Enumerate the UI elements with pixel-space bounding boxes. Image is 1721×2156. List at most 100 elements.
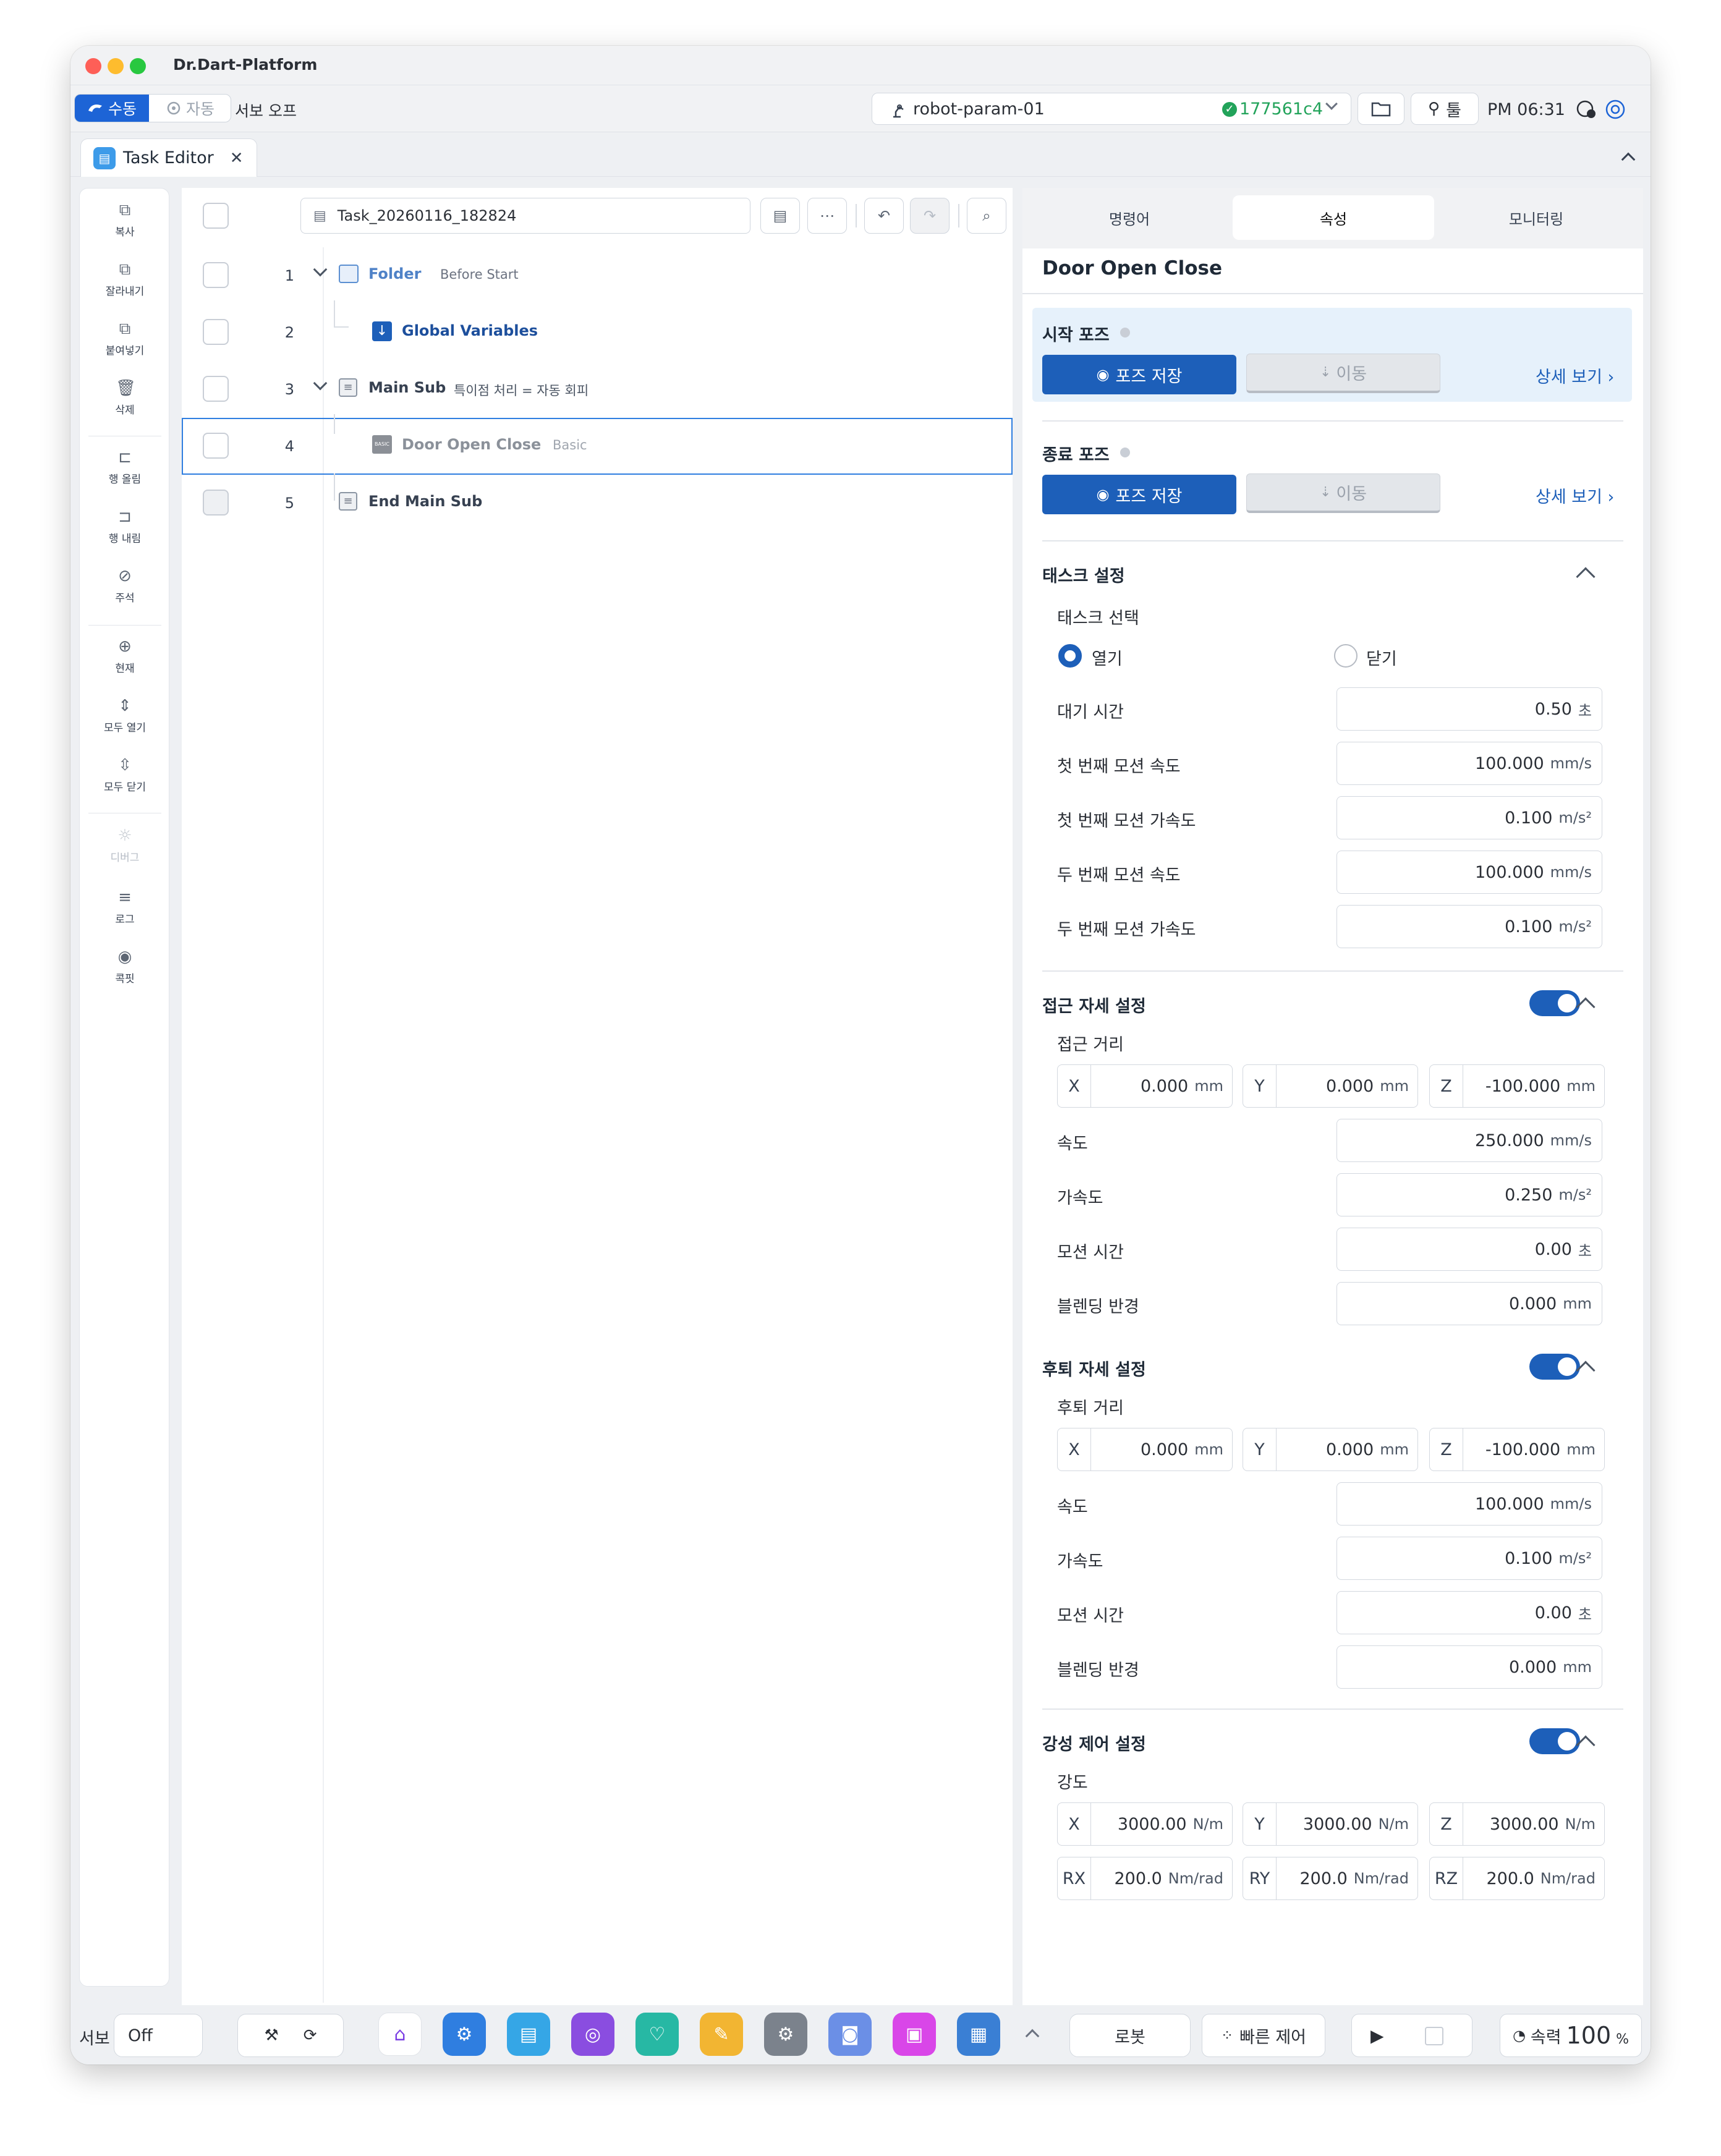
retreat-y-input[interactable]: Y 0.000 mm — [1243, 1428, 1418, 1471]
retreat-x-input[interactable]: X 0.000 mm — [1057, 1428, 1233, 1471]
sidebar-item-cut[interactable]: ⧉ 잘라내기 — [80, 260, 170, 298]
redo-button[interactable]: ↷ — [910, 198, 950, 234]
retreat-speed-input[interactable]: 100.000 mm/s — [1336, 1482, 1602, 1526]
task-row[interactable]: 2 ↓ Global Variables — [182, 300, 1013, 361]
minimize-window-button[interactable] — [108, 58, 124, 74]
monitor-app-icon[interactable]: ♡ — [635, 2013, 679, 2056]
sidebar-item-expand-all[interactable]: ⇕ 모두 열기 — [80, 697, 170, 734]
stiffness-rx-input[interactable]: RX 200.0 Nm/rad — [1057, 1857, 1233, 1900]
stiffness-y-input[interactable]: Y 3000.00 N/m — [1243, 1802, 1418, 1846]
end-pose-detail-link[interactable]: 상세 보기 › — [1536, 483, 1614, 507]
approach-acc-input[interactable]: 0.250 m/s² — [1336, 1173, 1602, 1216]
wait-time-input[interactable]: 0.50 초 — [1336, 687, 1602, 731]
sidebar-item-delete[interactable]: 🗑 삭제 — [80, 379, 170, 417]
close-icon[interactable]: ✕ — [230, 149, 244, 168]
tab-properties[interactable]: 속성 — [1233, 195, 1434, 240]
wrench-icon[interactable]: ⚒ — [264, 2026, 278, 2045]
sidebar-item-row-up[interactable]: ⊏ 행 올림 — [80, 448, 170, 486]
approach-blend-input[interactable]: 0.000 mm — [1336, 1282, 1602, 1325]
tools-button[interactable]: ⚲ 툴 — [1411, 93, 1479, 125]
end-pose-move-button[interactable]: ⇣ 이동 — [1246, 473, 1440, 513]
task-row[interactable]: 3 ≡ Main Sub 특이점 처리 = 자동 회피 — [182, 361, 1013, 418]
mode-manual-button[interactable]: 수동 — [75, 95, 149, 122]
approach-y-input[interactable]: Y 0.000 mm — [1243, 1064, 1418, 1108]
task-filename-field[interactable]: ▤ Task_20260116_182824 — [300, 198, 750, 234]
settings-app-icon[interactable]: ⚙ — [764, 2013, 807, 2056]
task-editor-app-icon[interactable]: ▤ — [507, 2013, 550, 2056]
sidebar-item-copy[interactable]: ⧉ 복사 — [80, 201, 170, 239]
quick-control-button[interactable]: ⁘ 빠른 제어 — [1202, 2014, 1325, 2057]
task-row-selected[interactable]: 4 BASIC Door Open Close Basic — [182, 414, 1013, 475]
zoom-window-button[interactable] — [130, 58, 146, 74]
sidebar-item-comment[interactable]: ⊘ 주석 — [80, 567, 170, 605]
save-task-button[interactable]: ▤ — [760, 198, 800, 234]
stiffness-z-input[interactable]: Z 3000.00 N/m — [1429, 1802, 1605, 1846]
stiffness-toggle[interactable] — [1529, 1728, 1580, 1754]
network-icon[interactable] — [1575, 99, 1597, 120]
task-row[interactable]: 1 Folder Before Start — [182, 247, 1013, 304]
sidebar-item-paste[interactable]: ⧉ 붙여넣기 — [80, 320, 170, 357]
stiffness-rz-input[interactable]: RZ 200.0 Nm/rad — [1429, 1857, 1605, 1900]
row-checkbox[interactable] — [203, 490, 229, 516]
expand-chevron-icon[interactable] — [313, 376, 328, 391]
motion2-acc-input[interactable]: 0.100 m/s² — [1336, 905, 1602, 948]
speed-control[interactable]: ◔ 속력 100 % — [1500, 2014, 1642, 2057]
undo-button[interactable]: ↶ — [864, 198, 904, 234]
retreat-toggle[interactable] — [1529, 1354, 1580, 1380]
motion1-acc-input[interactable]: 0.100 m/s² — [1336, 796, 1602, 839]
remote-app-icon[interactable]: ◙ — [828, 2013, 872, 2056]
stiffness-ry-input[interactable]: RY 200.0 Nm/rad — [1243, 1857, 1418, 1900]
more-options-button[interactable]: ⋯ — [807, 198, 847, 234]
approach-speed-input[interactable]: 250.000 mm/s — [1336, 1119, 1602, 1162]
stop-icon[interactable] — [1425, 2027, 1443, 2045]
expand-chevron-icon[interactable] — [313, 262, 328, 277]
dock-expand-icon[interactable] — [1025, 2029, 1040, 2044]
approach-x-input[interactable]: X 0.000 mm — [1057, 1064, 1233, 1108]
approach-time-input[interactable]: 0.00 초 — [1336, 1228, 1602, 1271]
approach-toggle[interactable] — [1529, 990, 1580, 1016]
search-button[interactable]: ⌕ — [967, 198, 1006, 234]
store-app-icon[interactable]: ▣ — [893, 2013, 936, 2056]
window-app-icon[interactable]: ▦ — [957, 2013, 1000, 2056]
end-pose-save-button[interactable]: ◉ 포즈 저장 — [1042, 475, 1236, 514]
task-row[interactable]: 5 ≡ End Main Sub — [182, 473, 1013, 532]
tab-commands[interactable]: 명령어 — [1029, 195, 1230, 240]
notes-app-icon[interactable]: ✎ — [700, 2013, 743, 2056]
robot-home-icon[interactable]: ⟳ — [304, 2026, 317, 2045]
sidebar-item-row-down[interactable]: ⊐ 행 내림 — [80, 507, 170, 545]
play-icon[interactable]: ▶ — [1370, 2026, 1384, 2046]
select-all-checkbox[interactable] — [203, 203, 229, 229]
sync-icon[interactable] — [1605, 99, 1626, 120]
open-folder-button[interactable] — [1358, 93, 1404, 125]
sidebar-item-log[interactable]: ≡ 로그 — [80, 888, 170, 926]
vision-app-icon[interactable]: ◎ — [571, 2013, 614, 2056]
tab-task-editor[interactable]: ▤ Task Editor ✕ — [80, 138, 257, 177]
start-pose-move-button[interactable]: ⇣ 이동 — [1246, 354, 1440, 393]
robot-button[interactable]: 로봇 — [1069, 2014, 1191, 2057]
mode-auto-button[interactable]: 자동 — [149, 95, 231, 122]
row-checkbox[interactable] — [203, 262, 229, 288]
retreat-time-input[interactable]: 0.00 초 — [1336, 1591, 1602, 1634]
sidebar-item-cockpit[interactable]: ◉ 콕핏 — [80, 948, 170, 985]
retreat-z-input[interactable]: Z -100.000 mm — [1429, 1428, 1605, 1471]
close-window-button[interactable] — [85, 58, 101, 74]
sidebar-item-current[interactable]: ⊕ 현재 — [80, 637, 170, 675]
start-pose-detail-link[interactable]: 상세 보기 › — [1536, 363, 1614, 388]
tab-monitoring[interactable]: 모니터링 — [1435, 195, 1637, 240]
radio-close[interactable] — [1334, 644, 1358, 668]
motion1-speed-input[interactable]: 100.000 mm/s — [1336, 742, 1602, 785]
robot-selector[interactable]: robot-param-01 ✓ 177561c4 — [872, 93, 1351, 125]
stiffness-x-input[interactable]: X 3000.00 N/m — [1057, 1802, 1233, 1846]
sidebar-item-collapse-all[interactable]: ⇳ 모두 닫기 — [80, 756, 170, 794]
servo-toggle[interactable]: Off — [114, 2014, 203, 2057]
retreat-acc-input[interactable]: 0.100 m/s² — [1336, 1537, 1602, 1580]
start-pose-save-button[interactable]: ◉ 포즈 저장 — [1042, 355, 1236, 394]
motion2-speed-input[interactable]: 100.000 mm/s — [1336, 851, 1602, 894]
approach-z-input[interactable]: Z -100.000 mm — [1429, 1064, 1605, 1108]
row-checkbox[interactable] — [203, 319, 229, 345]
row-checkbox[interactable] — [203, 376, 229, 402]
row-checkbox[interactable] — [203, 433, 229, 459]
sidebar-item-debug[interactable]: ☼ 디버그 — [80, 826, 170, 864]
collapse-icon[interactable] — [1576, 567, 1596, 587]
radio-open[interactable] — [1058, 644, 1082, 668]
